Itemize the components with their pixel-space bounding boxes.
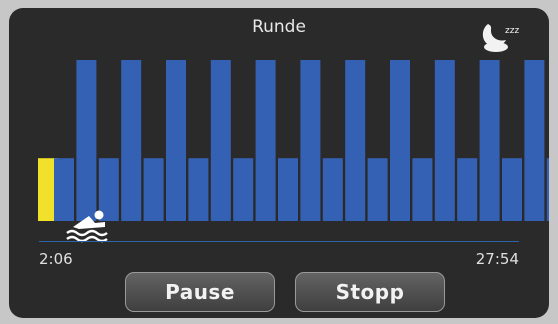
device-screen: Runde zzz 2:06 27:54 Pause Stopp — [9, 8, 549, 318]
lap-bar — [546, 158, 549, 221]
lap-bar — [524, 60, 545, 221]
lap-bar — [255, 60, 276, 221]
timeline-axis — [39, 241, 519, 242]
lap-bar — [345, 60, 366, 221]
lap-bar — [121, 60, 142, 221]
lap-bar — [166, 60, 186, 221]
end-time: 27:54 — [475, 250, 519, 268]
lap-bar — [143, 158, 164, 221]
lap-bar — [188, 158, 209, 221]
lap-bar — [457, 158, 478, 221]
lap-bar — [367, 158, 388, 221]
lap-bar — [479, 60, 500, 221]
lap-bar — [233, 158, 254, 221]
lap-bar — [412, 158, 433, 221]
swimming-icon — [66, 210, 108, 243]
lap-bar — [210, 60, 231, 221]
pause-button[interactable]: Pause — [125, 272, 275, 312]
lap-bar — [278, 158, 298, 221]
lap-bar — [76, 60, 97, 221]
lap-bar — [300, 60, 321, 221]
start-time: 2:06 — [39, 250, 73, 268]
lap-bar — [434, 60, 455, 221]
lap-bar — [322, 158, 343, 221]
lap-bar — [502, 158, 522, 221]
lap-bar — [390, 60, 410, 221]
stop-button[interactable]: Stopp — [295, 272, 445, 312]
